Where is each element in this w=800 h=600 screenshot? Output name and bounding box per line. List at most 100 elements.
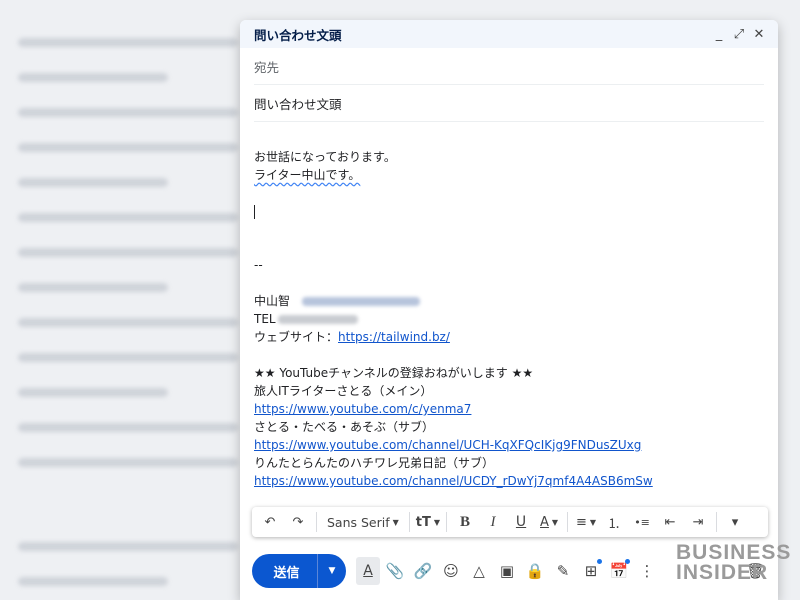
calendar-icon[interactable]: 📅	[606, 557, 632, 585]
blurred-row	[18, 213, 238, 222]
bold-button[interactable]: B	[453, 509, 477, 535]
signature-web-link[interactable]: https://tailwind.bz/	[338, 330, 450, 344]
chevron-down-icon: ▼	[551, 517, 559, 527]
channel-2-link-line: https://www.youtube.com/channel/UCH-KqXF…	[254, 436, 764, 454]
indent-more-icon[interactable]: ⇥	[686, 509, 710, 535]
body-line-empty	[254, 346, 764, 364]
subject-text: 問い合わせ文頭	[254, 96, 342, 112]
more-options-icon[interactable]: ⋮	[634, 557, 660, 585]
new-feature-dot	[625, 559, 630, 564]
signature-icon[interactable]: ✎	[550, 557, 576, 585]
divider	[446, 512, 448, 532]
new-feature-dot	[597, 559, 602, 564]
blurred-row	[18, 38, 238, 47]
message-body[interactable]: お世話になっております。 ライター中山です。 -- 中山智 TEL ウェブサイト…	[254, 148, 764, 490]
channel-3-link[interactable]: https://www.youtube.com/channel/UCDY_rDw…	[254, 474, 653, 488]
blurred-row	[18, 423, 238, 432]
fullscreen-icon[interactable]: ⤢	[730, 25, 748, 43]
signature-separator: --	[254, 258, 263, 272]
minimize-icon[interactable]: _	[710, 25, 728, 43]
body-line-empty	[254, 238, 764, 256]
redo-icon[interactable]: ↷	[286, 509, 310, 535]
divider	[716, 512, 718, 532]
compose-actions: 送信 ▼ A 📎 🔗 ☺ △ ▣ 🔒 ✎ ⊞ 📅 ⋮	[252, 553, 660, 589]
underline-button[interactable]: U	[509, 509, 533, 535]
bulleted-list-icon[interactable]: •≡	[630, 509, 654, 535]
schedule-send-chevron-icon[interactable]: ▼	[317, 554, 346, 588]
blurred-row	[18, 353, 238, 362]
blurred-row	[18, 143, 238, 152]
watermark-line: BUSINESS	[676, 541, 792, 564]
text-cursor	[254, 204, 255, 219]
blurred-row	[18, 577, 168, 586]
signature-name-line: 中山智	[254, 292, 764, 310]
channel-2-link[interactable]: https://www.youtube.com/channel/UCH-KqXF…	[254, 438, 641, 452]
numbered-list-icon[interactable]: ⒈	[602, 509, 626, 535]
insert-link-icon[interactable]: 🔗	[410, 557, 436, 585]
watermark-logo: BUSINESS INSIDER	[676, 541, 792, 584]
body-line	[254, 202, 764, 220]
to-field[interactable]: 宛先	[254, 48, 764, 85]
chevron-down-icon: ▼	[392, 517, 399, 527]
blurred-row	[18, 388, 168, 397]
formatting-options-icon[interactable]: A	[356, 557, 380, 585]
channel-1-name: 旅人ITライターさとる（メイン）	[254, 384, 433, 398]
signature-name: 中山智	[254, 294, 291, 308]
signature-tel-line: TEL	[254, 310, 764, 328]
chevron-down-icon: ▼	[589, 517, 597, 527]
subject-field[interactable]: 問い合わせ文頭	[254, 85, 764, 122]
emoji-icon[interactable]: ☺	[438, 557, 464, 585]
redacted-phone	[277, 315, 358, 324]
blurred-row	[18, 248, 238, 257]
body-line-empty	[254, 184, 764, 202]
blurred-row	[18, 318, 238, 327]
align-icon: ≡	[576, 514, 587, 530]
undo-icon[interactable]: ↶	[258, 509, 282, 535]
close-icon[interactable]: ✕	[750, 25, 768, 43]
chevron-down-icon: ▼	[433, 517, 441, 527]
blurred-row	[18, 283, 168, 292]
align-button[interactable]: ≡ ▼	[574, 509, 598, 535]
watermark-line: INSIDER	[676, 561, 769, 584]
channel-3-link-line: https://www.youtube.com/channel/UCDY_rDw…	[254, 472, 764, 490]
spellcheck-text: ライター中山です。	[254, 168, 361, 182]
formatting-toolbar: ↶ ↷ Sans Serif ▼ tT ▼ B I U A ▼ ≡ ▼ ⒈ •≡ ⇤ ⇥…	[252, 507, 768, 537]
text-color-button[interactable]: A ▼	[537, 509, 561, 535]
signature-web-label: ウェブサイト：	[254, 330, 339, 344]
blurred-row	[18, 458, 238, 467]
blurred-row	[18, 108, 238, 117]
body-line: お世話になっております。	[254, 150, 396, 164]
confidential-mode-icon[interactable]: 🔒	[522, 557, 548, 585]
layouts-icon[interactable]: ⊞	[578, 557, 604, 585]
send-button[interactable]: 送信	[252, 562, 317, 581]
compose-title: 問い合わせ文頭	[254, 27, 342, 43]
more-formatting-icon[interactable]: ▾	[723, 509, 747, 535]
body-line-empty	[254, 220, 764, 238]
indent-less-icon[interactable]: ⇤	[658, 509, 682, 535]
redacted-email	[302, 297, 421, 306]
font-size-icon: tT	[415, 514, 431, 530]
signature-tel-label: TEL	[254, 312, 276, 326]
signature-web-line: ウェブサイト：https://tailwind.bz/	[254, 328, 764, 346]
divider	[408, 512, 410, 532]
font-family-select[interactable]: Sans Serif ▼	[323, 509, 403, 535]
drive-icon[interactable]: △	[466, 557, 492, 585]
compose-titlebar: 問い合わせ文頭 _ ⤢ ✕	[240, 20, 778, 48]
send-button-group: 送信 ▼	[252, 554, 346, 588]
attach-file-icon[interactable]: 📎	[382, 557, 408, 585]
blurred-row	[18, 178, 168, 187]
body-line-empty	[254, 274, 764, 292]
youtube-heading: ★★ YouTubeチャンネルの登録おねがいします ★★	[254, 366, 534, 380]
blurred-row	[18, 73, 168, 82]
font-size-select[interactable]: tT ▼	[416, 509, 440, 535]
font-family-label: Sans Serif	[327, 514, 390, 530]
channel-2-name: さとる・たべる・あそぶ（サブ）	[254, 420, 435, 434]
channel-1-link[interactable]: https://www.youtube.com/c/yenma7	[254, 402, 471, 416]
text-color-icon: A	[540, 514, 549, 530]
to-placeholder: 宛先	[254, 59, 280, 75]
compose-window: 問い合わせ文頭 _ ⤢ ✕ 宛先 問い合わせ文頭 お世話になっております。 ライ…	[240, 20, 778, 600]
channel-3-name: りんたとらんたのハチワレ兄弟日記（サブ）	[254, 456, 495, 470]
insert-photo-icon[interactable]: ▣	[494, 557, 520, 585]
body-line: ライター中山です。	[254, 166, 764, 184]
italic-button[interactable]: I	[481, 509, 505, 535]
